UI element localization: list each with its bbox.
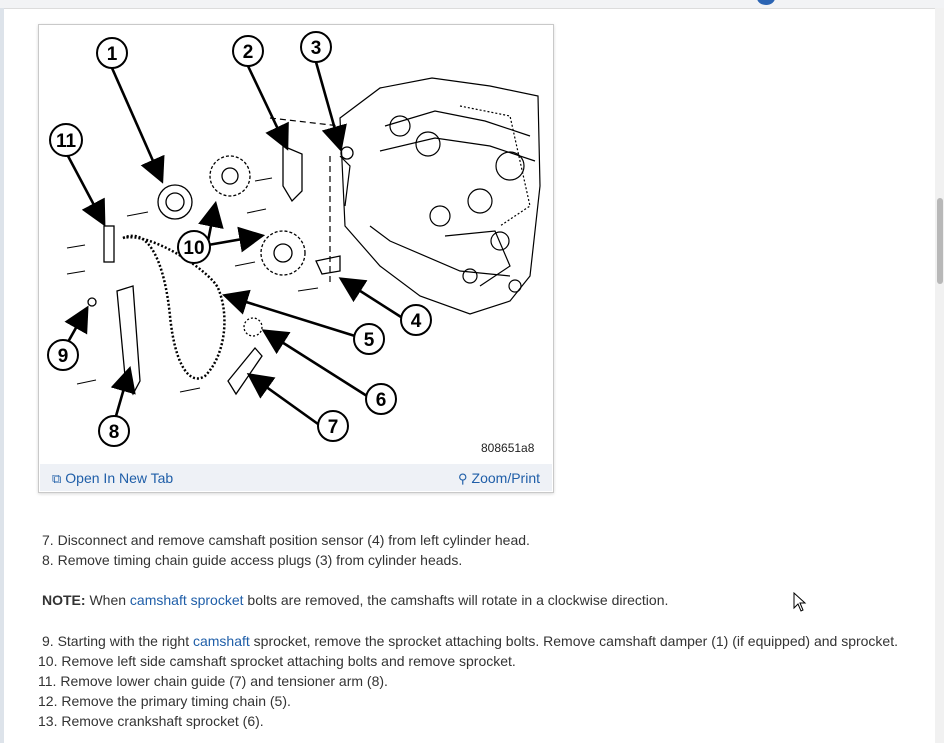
svg-text:7: 7 bbox=[328, 417, 339, 438]
step-11: 11. Remove lower chain guide (7) and ten… bbox=[38, 673, 388, 689]
note-label: NOTE: bbox=[42, 592, 86, 608]
svg-text:9: 9 bbox=[58, 346, 69, 367]
step-10: 10. Remove left side camshaft sprocket a… bbox=[38, 653, 516, 669]
svg-text:1: 1 bbox=[107, 44, 118, 65]
scrollbar-thumb[interactable] bbox=[937, 198, 943, 284]
svg-text:11: 11 bbox=[56, 131, 77, 152]
magnifier-icon: ⚲ bbox=[458, 471, 468, 486]
left-panel-edge bbox=[0, 8, 4, 743]
account-icon[interactable] bbox=[757, 0, 775, 5]
engine-block-drawing bbox=[269, 77, 541, 315]
mouse-cursor-icon bbox=[793, 592, 807, 612]
step-8: 8. Remove timing chain guide access plug… bbox=[42, 552, 463, 568]
callout-6: 6 bbox=[365, 383, 397, 415]
svg-text:5: 5 bbox=[364, 330, 375, 351]
step-13: 13. Remove crankshaft sprocket (6). bbox=[38, 713, 264, 729]
callout-8: 8 bbox=[98, 415, 130, 447]
zoom-print-label: Zoom/Print bbox=[471, 470, 540, 486]
callout-arrows bbox=[64, 61, 402, 426]
svg-text:10: 10 bbox=[183, 238, 204, 259]
callout-10: 10 bbox=[177, 230, 211, 264]
figure-toolbar: ⧉ Open In New Tab ⚲ Zoom/Print bbox=[40, 464, 552, 491]
new-tab-icon: ⧉ bbox=[52, 471, 62, 486]
timing-chain-diagram: 1 2 3 4 5 6 7 8 9 10 11 bbox=[47, 31, 541, 447]
step-9: 9. Starting with the right camshaft spro… bbox=[42, 633, 898, 649]
callout-11: 11 bbox=[49, 123, 83, 157]
callout-2: 2 bbox=[232, 35, 264, 67]
svg-text:3: 3 bbox=[311, 38, 322, 59]
svg-text:2: 2 bbox=[243, 42, 254, 63]
open-in-new-tab-link[interactable]: ⧉ Open In New Tab bbox=[52, 470, 173, 487]
svg-text:8: 8 bbox=[109, 422, 120, 443]
step-12: 12. Remove the primary timing chain (5). bbox=[38, 693, 291, 709]
svg-text:6: 6 bbox=[376, 390, 387, 411]
callout-4: 4 bbox=[400, 304, 432, 336]
callout-7: 7 bbox=[317, 410, 349, 442]
note: NOTE: When camshaft sprocket bolts are r… bbox=[42, 592, 669, 608]
browser-top-bar bbox=[0, 0, 944, 9]
figure-id: 808651a8 bbox=[481, 441, 535, 455]
step-7: 7. Disconnect and remove camshaft positi… bbox=[42, 532, 530, 548]
callout-5: 5 bbox=[353, 323, 385, 355]
open-in-new-tab-label: Open In New Tab bbox=[65, 470, 174, 486]
callout-1: 1 bbox=[96, 37, 128, 69]
svg-text:4: 4 bbox=[411, 311, 422, 332]
camshaft-sprocket-link[interactable]: camshaft sprocket bbox=[130, 592, 244, 608]
timing-components bbox=[66, 145, 354, 396]
zoom-print-link[interactable]: ⚲ Zoom/Print bbox=[458, 470, 540, 487]
callout-3: 3 bbox=[300, 31, 332, 63]
callout-9: 9 bbox=[47, 339, 79, 371]
figure-panel: 1 2 3 4 5 6 7 8 9 10 11 808651a8 ⧉ Open I… bbox=[38, 24, 554, 493]
vertical-scrollbar[interactable] bbox=[935, 8, 944, 743]
camshaft-link[interactable]: camshaft bbox=[193, 633, 250, 649]
